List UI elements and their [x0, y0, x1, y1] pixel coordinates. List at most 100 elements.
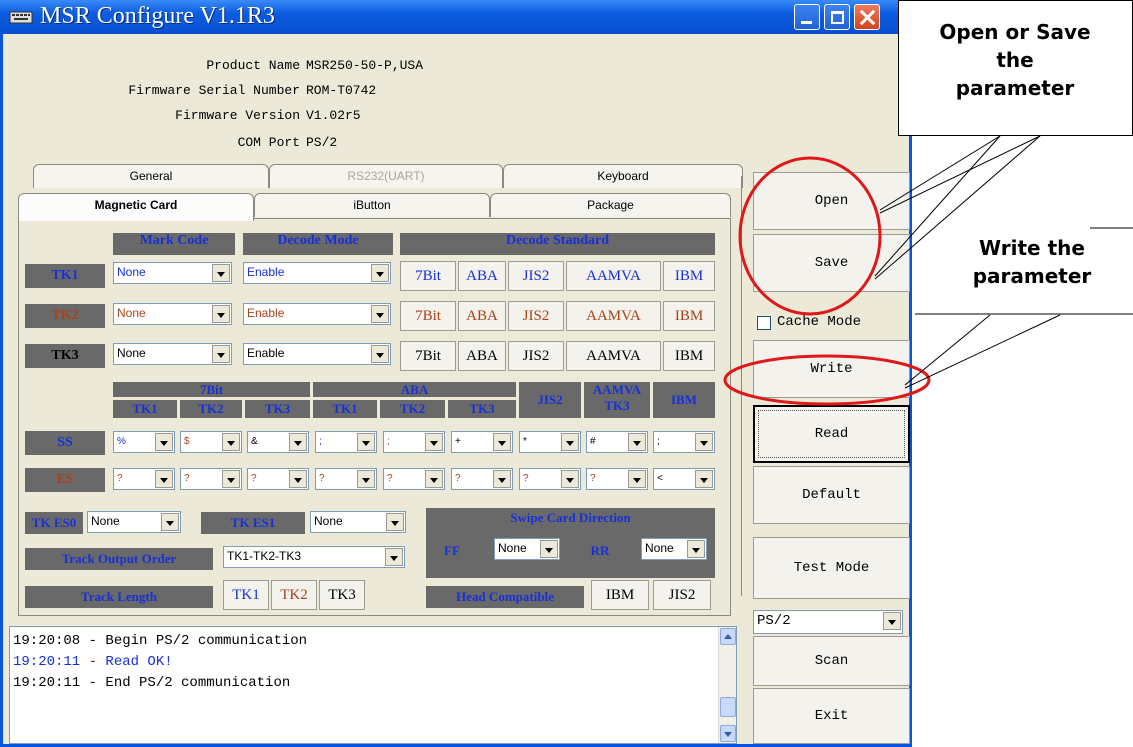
tk3-aamva-button[interactable]: AAMVA [566, 341, 661, 371]
chevron-down-icon[interactable] [155, 433, 173, 451]
tk1-aamva-button[interactable]: AAMVA [566, 261, 661, 291]
tk2-decode-mode-select[interactable]: Enable [243, 303, 391, 325]
ss-7bit-tk3-select[interactable]: & [247, 431, 309, 453]
tk1-aba-button[interactable]: ABA [458, 261, 506, 291]
ff-select[interactable]: None [494, 538, 560, 560]
ss-aba-tk1-select[interactable]: ; [315, 431, 377, 453]
chevron-down-icon[interactable] [161, 513, 179, 531]
close-button[interactable] [854, 4, 880, 30]
chevron-down-icon[interactable] [357, 433, 375, 451]
es-7bit-tk3-select[interactable]: ? [247, 468, 309, 490]
write-button[interactable]: Write [753, 340, 910, 398]
chevron-down-icon[interactable] [222, 433, 240, 451]
tk2-aamva-button[interactable]: AAMVA [566, 301, 661, 331]
scroll-down-icon[interactable] [720, 725, 736, 742]
tk3-7bit-button[interactable]: 7Bit [400, 341, 456, 371]
tkes0-select[interactable]: None [87, 511, 181, 533]
rr-select[interactable]: None [641, 538, 707, 560]
communication-log[interactable]: 19:20:08 - Begin PS/2 communication 19:2… [9, 626, 737, 744]
tab-magnetic-card[interactable]: Magnetic Card [18, 193, 254, 221]
chevron-down-icon[interactable] [425, 433, 443, 451]
chevron-down-icon[interactable] [371, 305, 389, 323]
chevron-down-icon[interactable] [371, 264, 389, 282]
chevron-down-icon[interactable] [628, 433, 646, 451]
track-length-tk3-button[interactable]: TK3 [319, 580, 365, 610]
es-7bit-tk1-select[interactable]: ? [113, 468, 175, 490]
chevron-down-icon[interactable] [493, 470, 511, 488]
tk3-mark-code-select[interactable]: None [113, 343, 232, 365]
head-ibm-button[interactable]: IBM [591, 580, 649, 610]
chevron-down-icon[interactable] [386, 513, 404, 531]
es-aamva-select[interactable]: ? [586, 468, 648, 490]
es-aba-tk1-select[interactable]: ? [315, 468, 377, 490]
read-button[interactable]: Read [753, 405, 910, 463]
tab-general[interactable]: General [33, 164, 269, 188]
ss-aba-tk3-select[interactable]: + [451, 431, 513, 453]
ss-ibm-select[interactable]: ; [653, 431, 715, 453]
open-button[interactable]: Open [753, 172, 910, 230]
port-select[interactable]: PS/2 [753, 610, 903, 634]
chevron-down-icon[interactable] [883, 612, 901, 630]
tk3-jis2-button[interactable]: JIS2 [508, 341, 564, 371]
ss-7bit-tk1-select[interactable]: % [113, 431, 175, 453]
chevron-down-icon[interactable] [357, 470, 375, 488]
ss-7bit-tk2-select[interactable]: $ [180, 431, 242, 453]
chevron-down-icon[interactable] [493, 433, 511, 451]
chevron-down-icon[interactable] [687, 540, 705, 558]
chevron-down-icon[interactable] [155, 470, 173, 488]
chevron-down-icon[interactable] [289, 433, 307, 451]
chevron-down-icon[interactable] [561, 433, 579, 451]
track-output-order-select[interactable]: TK1-TK2-TK3 [223, 546, 405, 568]
tk2-jis2-button[interactable]: JIS2 [508, 301, 564, 331]
chevron-down-icon[interactable] [212, 345, 230, 363]
test-mode-button[interactable]: Test Mode [753, 537, 910, 599]
ss-jis2-select[interactable]: * [519, 431, 581, 453]
tk2-7bit-button[interactable]: 7Bit [400, 301, 456, 331]
chevron-down-icon[interactable] [289, 470, 307, 488]
tk2-mark-code-select[interactable]: None [113, 303, 232, 325]
chevron-down-icon[interactable] [695, 433, 713, 451]
scroll-up-icon[interactable] [720, 628, 736, 645]
scan-button[interactable]: Scan [753, 636, 910, 686]
tk3-aba-button[interactable]: ABA [458, 341, 506, 371]
tab-ibutton[interactable]: iButton [254, 193, 490, 217]
es-aba-tk3-select[interactable]: ? [451, 468, 513, 490]
es-jis2-select[interactable]: ? [519, 468, 581, 490]
tk3-decode-mode-select[interactable]: Enable [243, 343, 391, 365]
tk1-mark-code-select[interactable]: None [113, 262, 232, 284]
tab-rs232[interactable]: RS232(UART) [269, 164, 503, 188]
tab-keyboard[interactable]: Keyboard [503, 164, 743, 188]
track-length-tk2-button[interactable]: TK2 [271, 580, 317, 610]
chevron-down-icon[interactable] [212, 305, 230, 323]
es-7bit-tk2-select[interactable]: ? [180, 468, 242, 490]
tk1-decode-mode-select[interactable]: Enable [243, 262, 391, 284]
tk1-jis2-button[interactable]: JIS2 [508, 261, 564, 291]
es-ibm-select[interactable]: < [653, 468, 715, 490]
chevron-down-icon[interactable] [628, 470, 646, 488]
tab-package[interactable]: Package [490, 193, 731, 217]
save-button[interactable]: Save [753, 234, 910, 292]
chevron-down-icon[interactable] [222, 470, 240, 488]
ss-aamva-select[interactable]: # [586, 431, 648, 453]
minimize-button[interactable] [794, 4, 820, 30]
exit-button[interactable]: Exit [753, 688, 910, 744]
tk1-ibm-button[interactable]: IBM [663, 261, 715, 291]
scroll-thumb[interactable] [720, 697, 736, 717]
chevron-down-icon[interactable] [385, 548, 403, 566]
chevron-down-icon[interactable] [695, 470, 713, 488]
maximize-button[interactable] [824, 4, 850, 30]
tkes1-select[interactable]: None [310, 511, 406, 533]
head-jis2-button[interactable]: JIS2 [653, 580, 711, 610]
chevron-down-icon[interactable] [212, 264, 230, 282]
chevron-down-icon[interactable] [425, 470, 443, 488]
track-length-tk1-button[interactable]: TK1 [223, 580, 269, 610]
tk2-aba-button[interactable]: ABA [458, 301, 506, 331]
default-button[interactable]: Default [753, 466, 910, 524]
chevron-down-icon[interactable] [561, 470, 579, 488]
title-bar[interactable]: MSR Configure V1.1R3 [0, 0, 912, 34]
chevron-down-icon[interactable] [540, 540, 558, 558]
tk3-ibm-button[interactable]: IBM [663, 341, 715, 371]
cache-mode-checkbox[interactable] [757, 316, 771, 330]
tk1-7bit-button[interactable]: 7Bit [400, 261, 456, 291]
es-aba-tk2-select[interactable]: ? [383, 468, 445, 490]
